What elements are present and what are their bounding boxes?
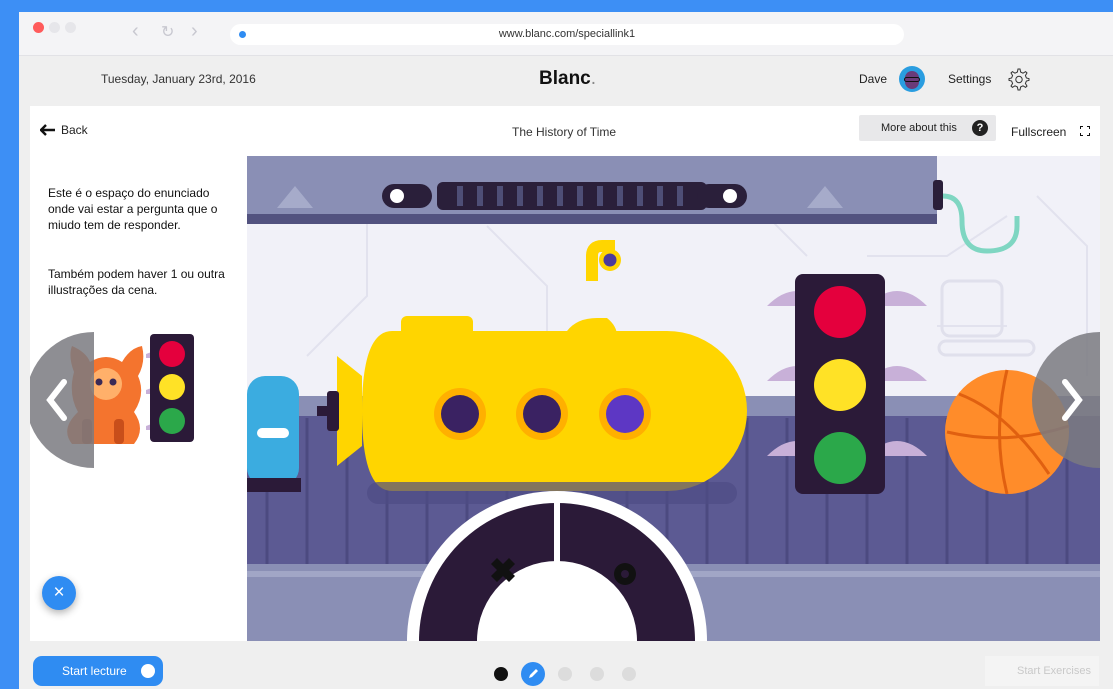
start-lecture-label: Start lecture: [62, 664, 127, 678]
scene-illustration: [247, 156, 1100, 641]
browser-window: ‹ ↻ › www.blanc.com/speciallink1 Tuesday…: [19, 12, 1113, 689]
window-maximize-button[interactable]: [65, 22, 76, 33]
chevron-left-icon: [30, 332, 94, 468]
question-note: Também podem haver 1 ou outra illustraçõ…: [48, 267, 225, 297]
back-button[interactable]: Back: [40, 123, 88, 137]
play-icon: [141, 664, 155, 678]
gear-icon[interactable]: [1006, 67, 1030, 91]
fullscreen-icon[interactable]: [1080, 126, 1090, 136]
url-text: www.blanc.com/speciallink1: [498, 28, 636, 40]
browser-chrome: ‹ ↻ › www.blanc.com/speciallink1: [19, 12, 1113, 56]
chevron-left-icon[interactable]: ‹: [132, 20, 139, 42]
help-icon: ?: [972, 120, 988, 136]
page-dot-4[interactable]: [590, 667, 604, 681]
close-button[interactable]: ×: [42, 576, 76, 610]
back-label: Back: [61, 123, 88, 137]
secure-dot-icon: [239, 31, 246, 38]
window-minimize-button[interactable]: [49, 22, 60, 33]
header-date: Tuesday, January 23rd, 2016: [101, 72, 256, 86]
brand-name: Blanc: [539, 68, 591, 89]
settings-link[interactable]: Settings: [948, 72, 991, 86]
next-slide-button[interactable]: [1031, 332, 1100, 468]
prev-slide-button[interactable]: [30, 332, 94, 468]
avatar[interactable]: [899, 66, 925, 92]
start-lecture-button[interactable]: Start lecture: [33, 656, 163, 686]
user-name[interactable]: Dave: [859, 72, 887, 86]
start-exercises-button[interactable]: Start Exercises: [985, 656, 1099, 686]
bottom-bar: Start lecture Start Exercises: [19, 653, 1113, 689]
address-bar[interactable]: www.blanc.com/speciallink1: [230, 24, 904, 45]
window-close-button[interactable]: [33, 22, 44, 33]
page-dot-3[interactable]: [558, 667, 572, 681]
page-dot-5[interactable]: [622, 667, 636, 681]
page-dot-1[interactable]: [494, 667, 508, 681]
arrow-left-icon: [40, 124, 55, 136]
refresh-icon[interactable]: ↻: [161, 22, 174, 44]
lesson-content: Este é o espaço do enunciado onde vai es…: [30, 156, 1100, 641]
chevron-right-icon: [1032, 332, 1100, 468]
question-text: Este é o espaço do enunciado onde vai es…: [48, 186, 218, 232]
more-about-label: More about this: [881, 122, 957, 134]
lesson-title: The History of Time: [512, 125, 617, 139]
brand-suffix: .: [590, 68, 597, 89]
chevron-right-icon[interactable]: ›: [191, 20, 198, 42]
fullscreen-button[interactable]: Fullscreen: [1011, 125, 1066, 139]
lesson-toolbar: Back The History of Time More about this…: [30, 106, 1100, 156]
app-header: Tuesday, January 23rd, 2016 Blanc. Dave …: [19, 56, 1113, 104]
page-dot-2[interactable]: [521, 662, 545, 686]
pencil-icon: [529, 669, 538, 678]
brand-logo[interactable]: Blanc.: [539, 68, 596, 90]
more-about-button[interactable]: More about this ?: [859, 115, 996, 141]
